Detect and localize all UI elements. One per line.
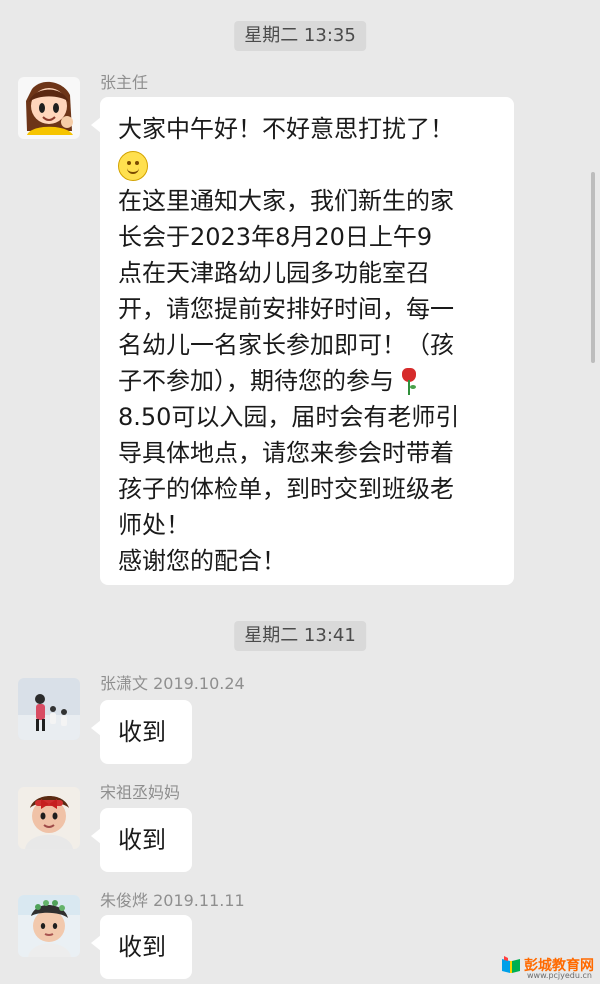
message-line: 师处！ <box>118 511 190 539</box>
message-text: 收到 <box>118 826 166 854</box>
scrollbar-thumb[interactable] <box>591 172 595 363</box>
message-line-with-rose: 子不参加），期待您的参与 <box>118 363 496 399</box>
message-line-text: 子不参加），期待您的参与 <box>118 367 394 395</box>
message-bubble[interactable]: 收到 <box>91 915 192 979</box>
smiling-face-emoji-icon <box>118 151 148 181</box>
rose-emoji-icon <box>400 368 418 396</box>
message-bubble[interactable]: 收到 <box>91 700 192 764</box>
message-line: 感谢您的配合！ <box>118 547 286 575</box>
message-text: 收到 <box>118 933 166 961</box>
message-line: 大家中午好！不好意思打扰了！ <box>118 115 454 143</box>
chat-window: 星期二 13:35 张主任 大家中午好！不好意思打扰了！ 在这里通知大家，我们新… <box>0 0 600 984</box>
avatar[interactable] <box>18 787 80 849</box>
time-marker: 星期二 13:41 <box>234 621 366 651</box>
message-bubble[interactable]: 大家中午好！不好意思打扰了！ 在这里通知大家，我们新生的家 长会于2023年8月… <box>91 97 514 585</box>
avatar[interactable] <box>18 678 80 740</box>
message-bubble[interactable]: 收到 <box>91 808 192 872</box>
time-marker: 星期二 13:35 <box>234 21 366 51</box>
message-line: 点在天津路幼儿园多功能室召 <box>118 259 430 287</box>
watermark-url: www.pcjyedu.cn <box>527 971 592 980</box>
message-emoji-line <box>118 147 496 183</box>
message-line: 8.50可以入园，届时会有老师引 <box>118 403 460 431</box>
message-line: 在这里通知大家，我们新生的家 <box>118 187 454 215</box>
sender-name: 宋祖丞妈妈 <box>100 783 181 802</box>
book-logo-icon <box>502 956 520 973</box>
message-text: 收到 <box>118 718 166 746</box>
message-line: 长会于2023年8月20日上午9 <box>118 223 433 251</box>
sender-name: 张主任 <box>100 73 149 92</box>
message-line: 导具体地点，请您来参会时带着 <box>118 439 454 467</box>
message-line: 孩子的体检单，到时交到班级老 <box>118 475 454 503</box>
site-watermark: 彭城教育网 www.pcjyedu.cn <box>500 956 598 982</box>
avatar[interactable] <box>18 895 80 957</box>
message-line: 名幼儿一名家长参加即可！（孩 <box>118 331 454 359</box>
avatar[interactable] <box>18 77 80 139</box>
message-line: 开，请您提前安排好时间，每一 <box>118 295 454 323</box>
sender-name: 张潇文 2019.10.24 <box>100 674 245 693</box>
sender-name: 朱俊烨 2019.11.11 <box>100 891 245 910</box>
